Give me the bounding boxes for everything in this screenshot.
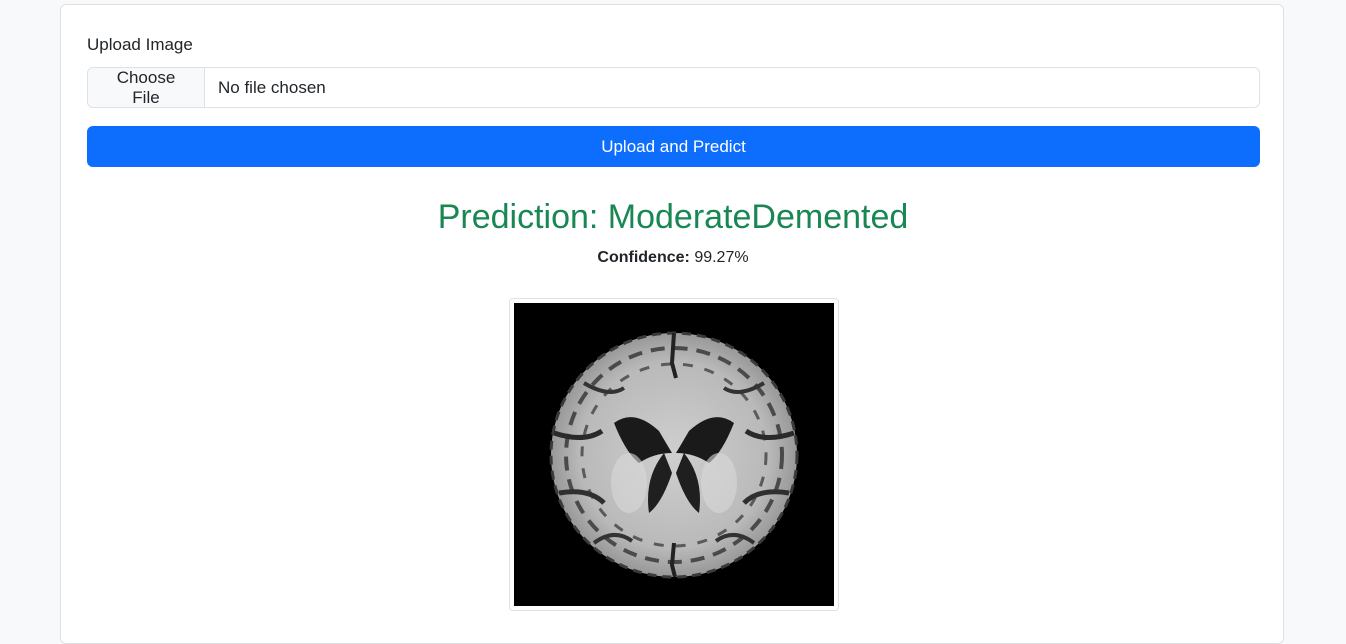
confidence-text: Confidence: 99.27% (61, 249, 1285, 267)
upload-card: Upload Image Choose File No file chosen … (60, 4, 1284, 644)
file-input[interactable]: Choose File No file chosen (87, 67, 1260, 108)
choose-file-button[interactable]: Choose File (88, 68, 205, 107)
brain-mri-image (514, 303, 834, 606)
upload-image-label: Upload Image (87, 35, 193, 54)
confidence-value: 99.27% (694, 249, 749, 266)
file-status-text: No file chosen (218, 77, 326, 97)
prediction-heading: Prediction: ModerateDemented (437, 198, 909, 236)
mri-image-thumbnail (509, 298, 839, 611)
confidence-label: Confidence: (597, 249, 690, 266)
upload-and-predict-button[interactable]: Upload and Predict (87, 126, 1260, 167)
